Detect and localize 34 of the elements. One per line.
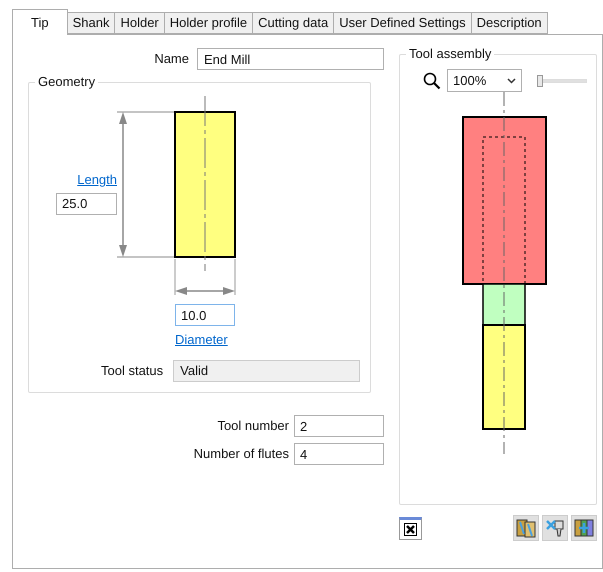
holder-button[interactable] [571, 515, 597, 541]
diameter-link[interactable]: Diameter [175, 330, 228, 350]
tab[interactable]: Description [470, 12, 548, 34]
geometry-group-title: Geometry [35, 74, 98, 90]
fit-view-button[interactable] [399, 516, 422, 540]
number-field[interactable]: 4 [294, 443, 384, 465]
expand-icon [404, 522, 417, 536]
tab[interactable]: Cutting data [252, 12, 334, 34]
slider-thumb[interactable] [537, 74, 543, 86]
tool-shapes-icon [516, 518, 536, 538]
tab[interactable]: Holder [114, 12, 165, 34]
field-label: Tool number [217, 417, 289, 436]
tab[interactable]: User Defined Settings [333, 12, 472, 34]
tab[interactable]: Holder profile [164, 12, 254, 34]
field-label: Number of flutes [194, 445, 289, 464]
number-field[interactable]: 2 [294, 415, 384, 437]
zoom-dropdown[interactable]: 100% [447, 69, 522, 92]
tool-cross-icon [545, 518, 565, 538]
tool-status-field: Valid [173, 360, 360, 382]
length-field[interactable]: 25.0 [56, 192, 117, 214]
chevron-down-icon [507, 78, 516, 84]
tool-add-icon [574, 518, 594, 538]
name-label: Name [154, 50, 189, 68]
length-link[interactable]: Length [77, 170, 117, 190]
tool-status-label: Tool status [101, 362, 164, 380]
tool-edit-button[interactable] [542, 515, 568, 541]
toolpath-button[interactable] [513, 515, 539, 541]
tab[interactable]: Tip [12, 9, 68, 35]
diameter-field[interactable]: 10.0 [175, 304, 235, 326]
search-icon[interactable] [423, 72, 441, 90]
tab[interactable]: Shank [66, 12, 116, 34]
zoom-slider[interactable] [537, 74, 587, 86]
tool-assembly-group-title: Tool assembly [406, 46, 494, 62]
name-field[interactable]: End Mill [197, 48, 384, 70]
